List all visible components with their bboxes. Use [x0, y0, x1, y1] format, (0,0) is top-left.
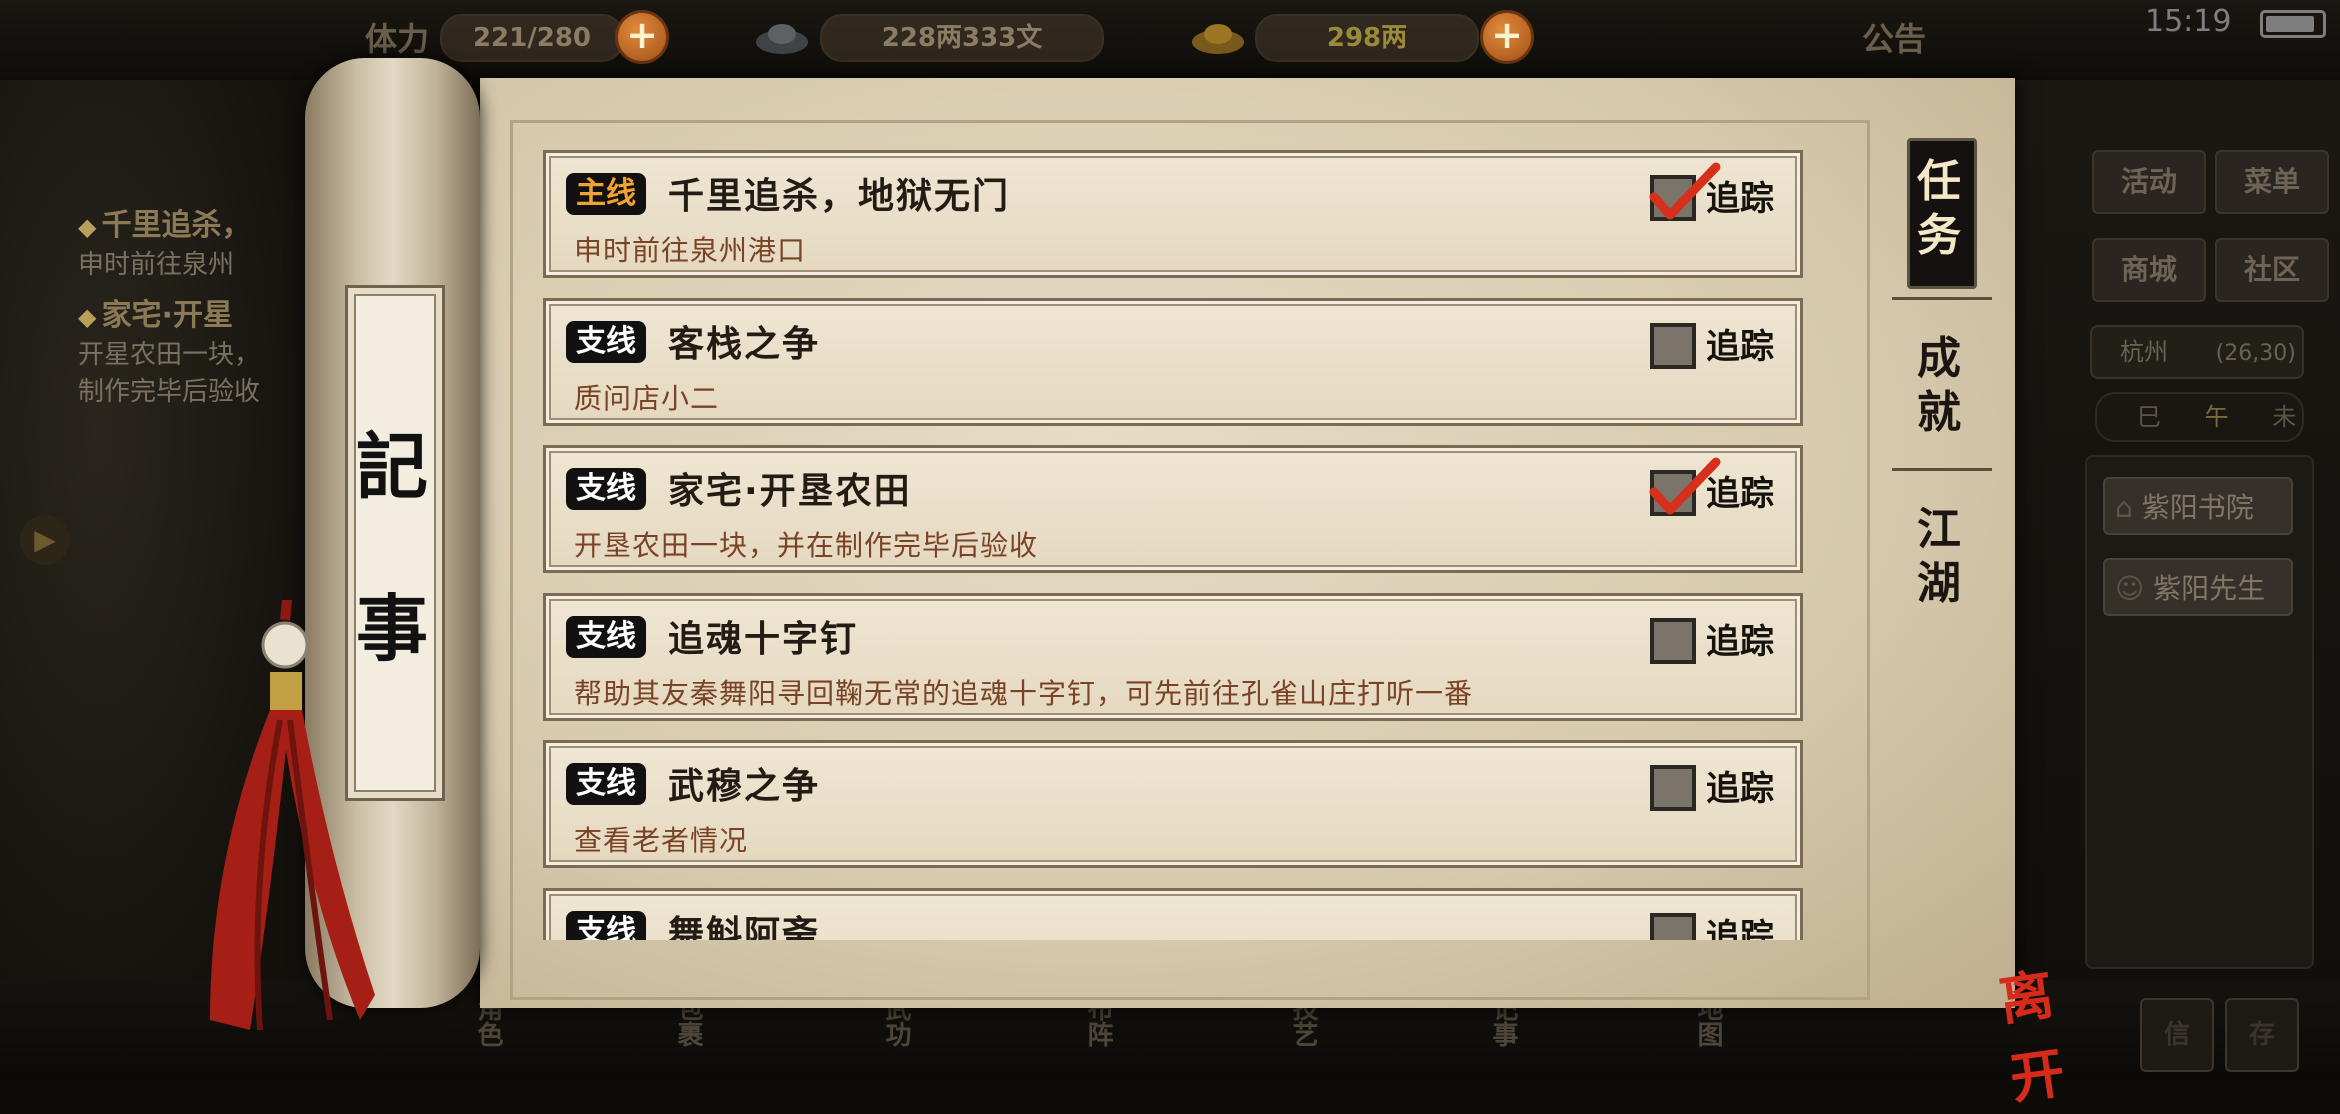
track-checkbox[interactable] [1650, 618, 1696, 664]
npc-button[interactable]: ⌂ 紫阳书院 [2103, 477, 2293, 535]
quest-title: 武穆之争 [668, 766, 821, 807]
quest-type-badge: 支线 [566, 911, 646, 940]
track-label[interactable]: 追踪 [1706, 466, 1774, 515]
quest-desc: 帮助其友秦舞阳寻回鞠无常的追魂十字钉，可先前往孔雀山庄打听一番 [574, 677, 1474, 710]
track-label[interactable]: 追踪 [1706, 909, 1774, 940]
quest-desc: 申时前往泉州港口 [574, 234, 807, 267]
quest-type-badge: 支线 [566, 321, 646, 363]
money-value: 228两333文 [820, 14, 1104, 62]
tracker-item[interactable]: ◆ 千里追杀， 申时前往泉州 [78, 200, 252, 281]
gold-value: 298两 [1255, 14, 1479, 62]
community-button[interactable]: 社区 [2215, 238, 2329, 302]
tassel-icon [210, 600, 375, 1031]
add-gold-button[interactable]: + [1480, 10, 1534, 64]
shop-button[interactable]: 商城 [2092, 238, 2206, 302]
silver-ingot-icon [752, 12, 812, 60]
quest-desc: 开垦农田一块，并在制作完毕后验收 [574, 529, 1039, 562]
location-box: 杭州 (26,30) [2090, 325, 2304, 379]
quest-card[interactable]: 支线 武穆之争 查看老者情况 追踪 [543, 740, 1803, 868]
diamond-icon: ◆ [78, 213, 97, 241]
track-label[interactable]: 追踪 [1706, 319, 1774, 368]
quest-title: 千里追杀，地狱无门 [668, 176, 1011, 217]
activity-button[interactable]: 活动 [2092, 150, 2206, 214]
scroll-label-char: 記 [355, 424, 428, 509]
track-checkbox[interactable] [1650, 323, 1696, 369]
expand-arrow-icon[interactable]: ▶ [20, 515, 70, 565]
quest-list[interactable]: 主线 千里追杀，地狱无门 申时前往泉州港口 追踪 支线 客栈之争 质问店小二 追… [535, 120, 1870, 940]
quest-type-badge: 支线 [566, 468, 646, 510]
quest-card[interactable]: 支线 追魂十字钉 帮助其友秦舞阳寻回鞠无常的追魂十字钉，可先前往孔雀山庄打听一番… [543, 593, 1803, 721]
track-label[interactable]: 追踪 [1706, 171, 1774, 220]
track-checkbox[interactable] [1650, 913, 1696, 940]
track-checkbox[interactable] [1650, 765, 1696, 811]
tab-divider [1892, 297, 1992, 300]
quest-card[interactable]: 主线 千里追杀，地狱无门 申时前往泉州港口 追踪 [543, 150, 1803, 278]
gold-ingot-icon [1188, 12, 1248, 60]
quest-title: 客栈之争 [668, 324, 821, 365]
quest-title: 追魂十字钉 [668, 619, 859, 660]
save-button[interactable]: 存 [2225, 998, 2299, 1072]
quest-type-badge: 支线 [566, 763, 646, 805]
location-coords: (26,30) [2215, 341, 2296, 366]
quest-type-badge: 主线 [566, 173, 646, 215]
quest-desc: 质问店小二 [574, 382, 720, 415]
quest-type-badge: 支线 [566, 616, 646, 658]
quest-title: 家宅·开垦农田 [668, 471, 912, 512]
stamina-label: 体力 [365, 20, 430, 58]
leave-button[interactable]: 离开 [1994, 944, 2107, 1111]
npc-button[interactable]: ☺ 紫阳先生 [2103, 558, 2293, 616]
location-name: 杭州 [2120, 338, 2168, 366]
quest-card[interactable]: 支线 家宅·开垦农田 开垦农田一块，并在制作完毕后验收 追踪 [543, 445, 1803, 573]
announcement-button[interactable]: 公告 [1862, 14, 1926, 60]
add-stamina-button[interactable]: + [615, 10, 669, 64]
mail-button[interactable]: 信 [2140, 998, 2214, 1072]
quest-desc: 查看老者情况 [574, 824, 749, 857]
tab-divider [1892, 468, 1992, 471]
time-dial: 巳 午 未 [2095, 392, 2304, 442]
clock: 15:19 [2145, 4, 2232, 39]
menu-button[interactable]: 菜单 [2215, 150, 2329, 214]
quest-title: 舞斛阿斋 [668, 914, 821, 940]
diamond-icon: ◆ [78, 303, 97, 331]
track-label[interactable]: 追踪 [1706, 761, 1774, 810]
stamina-value: 221/280 [440, 14, 624, 62]
battery-icon [2260, 10, 2326, 38]
tracker-item[interactable]: ◆ 家宅·开星 开星农田一块， 制作完毕后验收 [78, 290, 260, 408]
track-label[interactable]: 追踪 [1706, 614, 1774, 663]
quest-card[interactable]: 支线 客栈之争 质问店小二 追踪 [543, 298, 1803, 426]
quest-card[interactable]: 支线 舞斛阿斋 追踪 [543, 888, 1803, 940]
